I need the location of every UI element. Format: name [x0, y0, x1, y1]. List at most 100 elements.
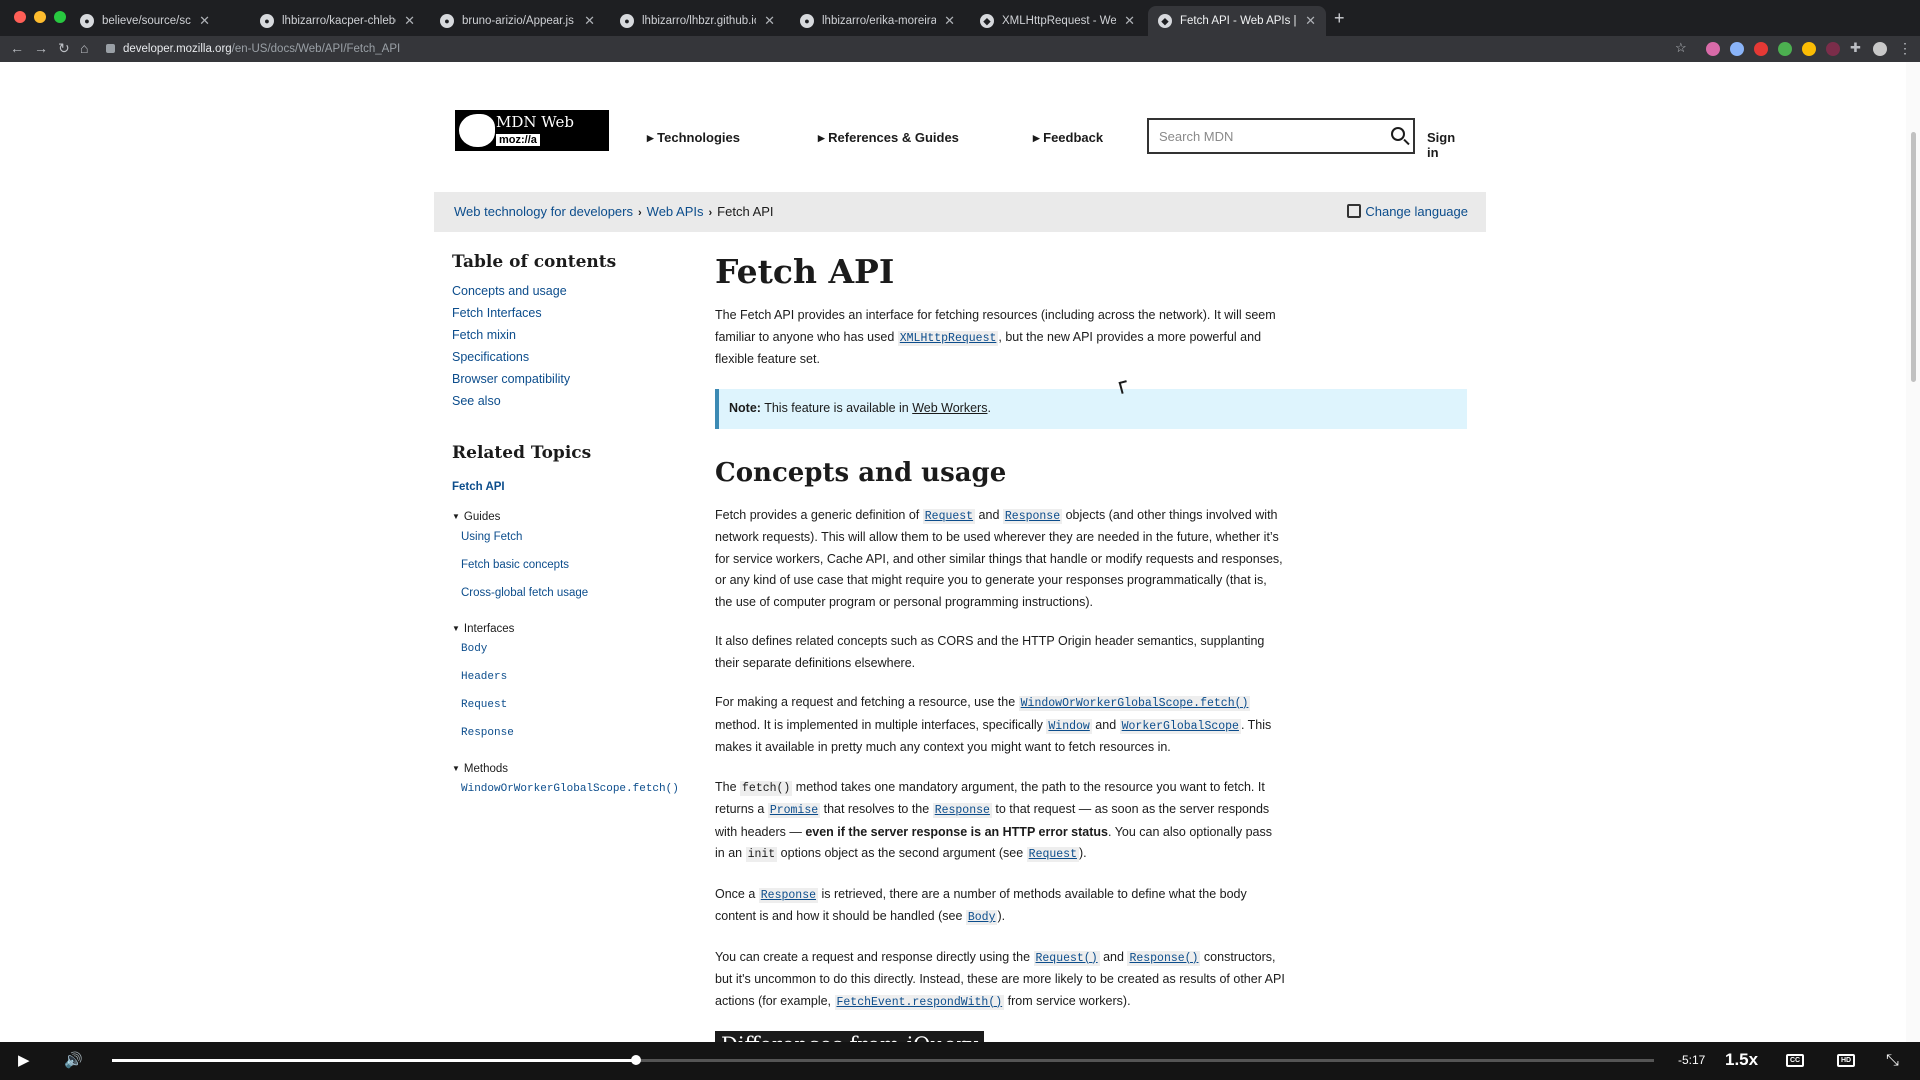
- xmlhttprequest-link[interactable]: XMLHttpRequest: [897, 330, 999, 346]
- browser-tab[interactable]: ●bruno-arizio/Appear.js at mast✕: [430, 6, 605, 36]
- playback-rate-button[interactable]: 1.5x: [1725, 1050, 1758, 1070]
- extensions-puzzle-icon[interactable]: ✚: [1850, 40, 1861, 56]
- browser-tab[interactable]: ●believe/source/scripts at mast✕: [70, 6, 220, 36]
- browser-tab[interactable]: ●lhbizarro/lhbzr.github.io: Supe✕: [610, 6, 785, 36]
- extension-icon[interactable]: [1706, 42, 1720, 56]
- related-link[interactable]: Cross-global fetch usage: [461, 587, 712, 615]
- new-tab-button[interactable]: +: [1334, 8, 1345, 29]
- close-tab-icon[interactable]: ✕: [404, 13, 415, 29]
- browser-tab[interactable]: ●lhbizarro/kacper-chlebowicz✕: [250, 6, 425, 36]
- guides-toggle[interactable]: Guides: [452, 511, 712, 523]
- related-link[interactable]: Headers: [461, 671, 712, 699]
- paragraph: It also defines related concepts such as…: [715, 634, 1265, 670]
- back-icon[interactable]: ←: [10, 40, 24, 56]
- close-tab-icon[interactable]: ✕: [1305, 13, 1316, 29]
- body-link[interactable]: Body: [965, 909, 998, 925]
- nav-feedback[interactable]: ▸ Feedback: [1033, 130, 1103, 146]
- time-remaining: -5:17: [1678, 1053, 1706, 1067]
- web-workers-link[interactable]: Web Workers: [912, 401, 987, 415]
- request-link[interactable]: Request: [922, 508, 976, 524]
- table-of-contents: Table of contents Concepts and usage Fet…: [452, 252, 702, 412]
- exit-fullscreen-icon[interactable]: ⤡: [1886, 1042, 1899, 1080]
- nav-technologies[interactable]: ▸ Technologies: [647, 130, 740, 146]
- note-box: Note: This feature is available in Web W…: [715, 388, 1467, 429]
- menu-dots-icon[interactable]: ⋮: [1898, 40, 1912, 57]
- response-link[interactable]: Response: [1002, 508, 1063, 524]
- mdn-logo[interactable]: MDN Web Docs moz://a: [455, 110, 609, 151]
- toc-link[interactable]: Fetch Interfaces: [452, 302, 702, 324]
- extension-icon[interactable]: [1778, 42, 1792, 56]
- chevron-right-icon: ›: [637, 207, 642, 219]
- toc-link[interactable]: See also: [452, 390, 702, 412]
- related-link[interactable]: Request: [461, 699, 712, 727]
- close-tab-icon[interactable]: ✕: [764, 13, 775, 29]
- browser-tab[interactable]: ◆XMLHttpRequest - Web APIs |✕: [970, 6, 1145, 36]
- minimize-window-button[interactable]: [34, 11, 46, 23]
- request-constructor-link[interactable]: Request(): [1033, 950, 1100, 966]
- article-content: Fetch API The Fetch API provides an inte…: [715, 252, 1470, 1042]
- search-icon[interactable]: [1391, 127, 1405, 141]
- respondwith-link[interactable]: FetchEvent.respondWith(): [834, 994, 1005, 1010]
- related-link[interactable]: Fetch basic concepts: [461, 559, 712, 587]
- window-link[interactable]: Window: [1046, 718, 1092, 734]
- home-icon[interactable]: ⌂: [80, 40, 88, 56]
- methods-toggle[interactable]: Methods: [452, 763, 712, 775]
- github-icon: ●: [620, 14, 634, 28]
- related-link[interactable]: Body: [461, 643, 712, 671]
- close-tab-icon[interactable]: ✕: [1124, 13, 1135, 29]
- interfaces-toggle[interactable]: Interfaces: [452, 623, 712, 635]
- request-link[interactable]: Request: [1026, 846, 1079, 862]
- hd-icon[interactable]: HD: [1837, 1054, 1855, 1067]
- sign-in-link[interactable]: Sign in: [1427, 130, 1467, 160]
- forward-icon[interactable]: →: [34, 40, 48, 56]
- bookmark-star-icon[interactable]: ☆: [1675, 40, 1687, 56]
- github-icon: ●: [260, 14, 274, 28]
- browser-tab-active[interactable]: ◆Fetch API - Web APIs | MDN✕: [1148, 6, 1326, 36]
- response-link[interactable]: Response: [932, 802, 992, 818]
- close-tab-icon[interactable]: ✕: [584, 13, 595, 29]
- section-heading: Concepts and usage: [715, 457, 1007, 488]
- related-link[interactable]: Response: [461, 727, 712, 755]
- promise-link[interactable]: Promise: [767, 802, 821, 818]
- breadcrumb-link[interactable]: Web APIs: [647, 204, 704, 219]
- zoom-window-button[interactable]: [54, 11, 66, 23]
- related-link[interactable]: Using Fetch: [461, 531, 712, 559]
- play-icon[interactable]: ▶: [18, 1042, 30, 1080]
- extension-icon[interactable]: [1730, 42, 1744, 56]
- toc-link[interactable]: Fetch mixin: [452, 324, 702, 346]
- extension-icon[interactable]: [1802, 42, 1816, 56]
- volume-icon[interactable]: 🔊: [64, 1042, 83, 1080]
- search-input[interactable]: [1159, 128, 1379, 144]
- close-tab-icon[interactable]: ✕: [199, 13, 210, 29]
- toc-link[interactable]: Concepts and usage: [452, 280, 702, 302]
- page-scrollbar[interactable]: [1906, 62, 1920, 1042]
- response-link[interactable]: Response: [758, 887, 818, 903]
- toc-link[interactable]: Browser compatibility: [452, 368, 702, 390]
- related-link[interactable]: WindowOrWorkerGlobalScope.fetch(): [461, 783, 712, 811]
- change-language-link[interactable]: Change language: [1347, 204, 1468, 219]
- profile-avatar[interactable]: [1873, 42, 1887, 56]
- window-controls: [14, 11, 66, 23]
- extension-icon[interactable]: [1826, 42, 1840, 56]
- captions-icon[interactable]: CC: [1786, 1054, 1804, 1067]
- breadcrumb-link[interactable]: Web technology for developers: [454, 204, 633, 219]
- progress-bar[interactable]: [112, 1055, 1654, 1065]
- search-box: [1147, 118, 1415, 154]
- progress-fill: [112, 1059, 637, 1062]
- progress-handle[interactable]: [631, 1055, 642, 1065]
- close-window-button[interactable]: [14, 11, 26, 23]
- address-bar[interactable]: developer.mozilla.org/en-US/docs/Web/API…: [106, 39, 1716, 59]
- nav-references-guides[interactable]: ▸ References & Guides: [818, 130, 959, 146]
- toc-link[interactable]: Specifications: [452, 346, 702, 368]
- paragraph: For making a request and fetching a reso…: [715, 695, 1272, 754]
- close-tab-icon[interactable]: ✕: [944, 13, 955, 29]
- reload-icon[interactable]: ↻: [58, 40, 70, 57]
- scrollbar-thumb[interactable]: [1911, 132, 1916, 382]
- paragraph: Fetch provides a generic definition of R…: [715, 507, 1283, 609]
- related-topic-link[interactable]: Fetch API: [452, 481, 712, 493]
- response-constructor-link[interactable]: Response(): [1127, 950, 1201, 966]
- browser-tab[interactable]: ●lhbizarro/erika-moreira-portfo✕: [790, 6, 965, 36]
- workerglobalscope-link[interactable]: WorkerGlobalScope: [1119, 718, 1241, 734]
- fetch-method-link[interactable]: WindowOrWorkerGlobalScope.fetch(): [1018, 695, 1251, 711]
- extension-icon[interactable]: [1754, 42, 1768, 56]
